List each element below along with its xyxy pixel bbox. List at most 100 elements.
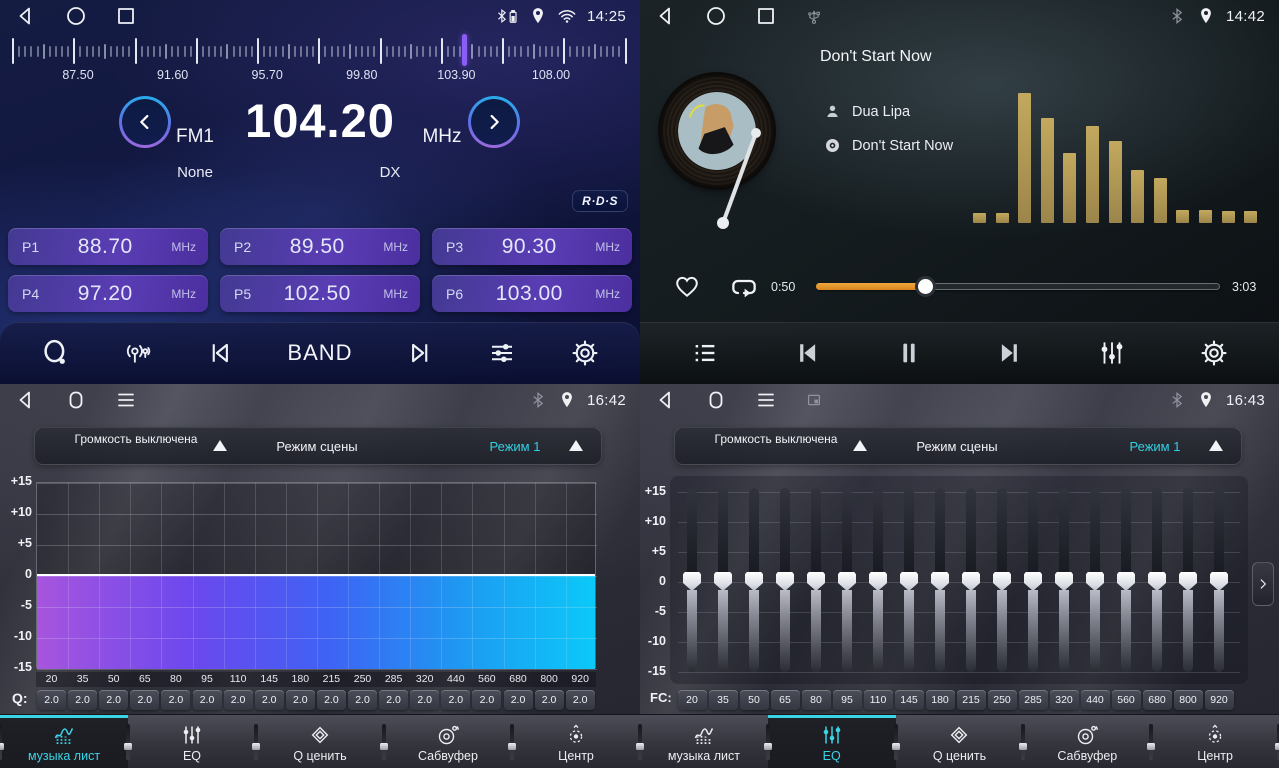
next-station-button[interactable] [403, 336, 437, 370]
q-value-chip[interactable]: 2.0 [255, 690, 284, 710]
fc-value-chip[interactable]: 440 [1081, 690, 1110, 710]
settings-button[interactable] [568, 336, 602, 370]
preset-button-p2[interactable]: P289.50MHz [220, 228, 420, 265]
slider-thumb[interactable] [962, 572, 980, 591]
eq-band-slider-560[interactable] [1121, 488, 1131, 672]
back-icon[interactable] [654, 388, 678, 412]
scene-dropdown-arrow[interactable] [1209, 440, 1223, 451]
eq-band-slider-35[interactable] [718, 488, 728, 672]
fc-value-chip[interactable]: 180 [926, 690, 955, 710]
eq-band-slider-95[interactable] [842, 488, 852, 672]
volume-dropdown-arrow[interactable] [853, 440, 867, 451]
slider-thumb[interactable] [1148, 572, 1166, 591]
back-icon[interactable] [654, 4, 678, 28]
eq-band-slider-320[interactable] [1059, 488, 1069, 672]
seek-bar[interactable] [816, 283, 1220, 290]
home-icon[interactable] [64, 4, 88, 28]
tab-subwoofer[interactable]: Сабвуфер [1023, 715, 1151, 768]
fc-value-chip[interactable]: 50 [740, 690, 769, 710]
home-icon[interactable] [704, 388, 728, 412]
eq-band-slider-285[interactable] [1028, 488, 1038, 672]
eq-band-slider-80[interactable] [811, 488, 821, 672]
pause-button[interactable] [892, 336, 926, 370]
eq-adjust-button[interactable] [485, 336, 519, 370]
eq-band-slider-920[interactable] [1214, 488, 1224, 672]
q-value-chip[interactable]: 2.0 [566, 690, 595, 710]
settings-button[interactable] [1197, 336, 1231, 370]
favorite-button[interactable] [673, 272, 701, 300]
q-value-chip[interactable]: 2.0 [410, 690, 439, 710]
fc-value-chip[interactable]: 285 [1019, 690, 1048, 710]
q-value-chip[interactable]: 2.0 [37, 690, 66, 710]
tab-q-value[interactable]: Q ценить [896, 715, 1024, 768]
fc-value-chip[interactable]: 680 [1143, 690, 1172, 710]
eq-band-slider-250[interactable] [997, 488, 1007, 672]
q-value-chip[interactable]: 2.0 [535, 690, 564, 710]
q-value-chip[interactable]: 2.0 [161, 690, 190, 710]
fc-value-chip[interactable]: 65 [771, 690, 800, 710]
q-value-chip[interactable]: 2.0 [99, 690, 128, 710]
fc-value-chip[interactable]: 35 [709, 690, 738, 710]
fc-value-chip[interactable]: 145 [895, 690, 924, 710]
slider-thumb[interactable] [931, 572, 949, 591]
q-value-chip[interactable]: 2.0 [348, 690, 377, 710]
previous-station-button[interactable] [203, 336, 237, 370]
tab-eq[interactable]: EQ [128, 715, 256, 768]
tab-eq[interactable]: EQ [768, 715, 896, 768]
eq-adjust-button[interactable] [1095, 336, 1129, 370]
slider-thumb[interactable] [900, 572, 918, 591]
eq-band-slider-215[interactable] [966, 488, 976, 672]
scene-mode-value[interactable]: Режим 1 [1105, 439, 1205, 454]
q-value-chip[interactable]: 2.0 [317, 690, 346, 710]
home-icon[interactable] [704, 4, 728, 28]
fc-value-chip[interactable]: 80 [802, 690, 831, 710]
eq-band-slider-800[interactable] [1183, 488, 1193, 672]
scene-dropdown-arrow[interactable] [569, 440, 583, 451]
slider-thumb[interactable] [807, 572, 825, 591]
tab-music-list[interactable]: музыка лист [640, 715, 768, 768]
recents-icon[interactable] [114, 4, 138, 28]
q-value-chip[interactable]: 2.0 [286, 690, 315, 710]
home-icon[interactable] [64, 388, 88, 412]
playlist-button[interactable] [688, 336, 722, 370]
q-value-chip[interactable]: 2.0 [504, 690, 533, 710]
q-value-chip[interactable]: 2.0 [379, 690, 408, 710]
back-icon[interactable] [14, 388, 38, 412]
album-art-vinyl[interactable] [661, 75, 773, 187]
preset-button-p1[interactable]: P188.70MHz [8, 228, 208, 265]
next-page-button[interactable] [1252, 562, 1274, 606]
band-button[interactable]: BAND [285, 338, 354, 368]
eq-band-slider-180[interactable] [935, 488, 945, 672]
q-value-chip[interactable]: 2.0 [68, 690, 97, 710]
broadcast-button[interactable] [121, 336, 155, 370]
eq-band-slider-65[interactable] [780, 488, 790, 672]
slider-thumb[interactable] [1055, 572, 1073, 591]
menu-icon[interactable] [114, 388, 138, 412]
volume-dropdown-arrow[interactable] [213, 440, 227, 451]
slider-thumb[interactable] [1086, 572, 1104, 591]
menu-icon[interactable] [754, 388, 778, 412]
fc-value-chip[interactable]: 250 [988, 690, 1017, 710]
preset-button-p5[interactable]: P5102.50MHz [220, 275, 420, 312]
eq-band-slider-145[interactable] [904, 488, 914, 672]
slider-thumb[interactable] [838, 572, 856, 591]
fc-value-chip[interactable]: 215 [957, 690, 986, 710]
tab-center[interactable]: Центр [1151, 715, 1279, 768]
slider-thumb[interactable] [1210, 572, 1228, 591]
slider-thumb[interactable] [714, 572, 732, 591]
tuner-dial[interactable]: 87.5091.6095.7099.80103.90108.00 [0, 34, 640, 84]
back-icon[interactable] [14, 4, 38, 28]
next-track-button[interactable] [993, 336, 1027, 370]
slider-thumb[interactable] [1117, 572, 1135, 591]
slider-thumb[interactable] [745, 572, 763, 591]
fc-value-chip[interactable]: 800 [1174, 690, 1203, 710]
fc-value-chip[interactable]: 920 [1205, 690, 1234, 710]
eq-band-slider-50[interactable] [749, 488, 759, 672]
eq-band-slider-680[interactable] [1152, 488, 1162, 672]
slider-thumb[interactable] [869, 572, 887, 591]
tab-center[interactable]: Центр [512, 715, 640, 768]
preset-button-p3[interactable]: P390.30MHz [432, 228, 632, 265]
fc-value-chip[interactable]: 320 [1050, 690, 1079, 710]
seek-bar-thumb[interactable] [918, 279, 933, 294]
q-value-chip[interactable]: 2.0 [224, 690, 253, 710]
